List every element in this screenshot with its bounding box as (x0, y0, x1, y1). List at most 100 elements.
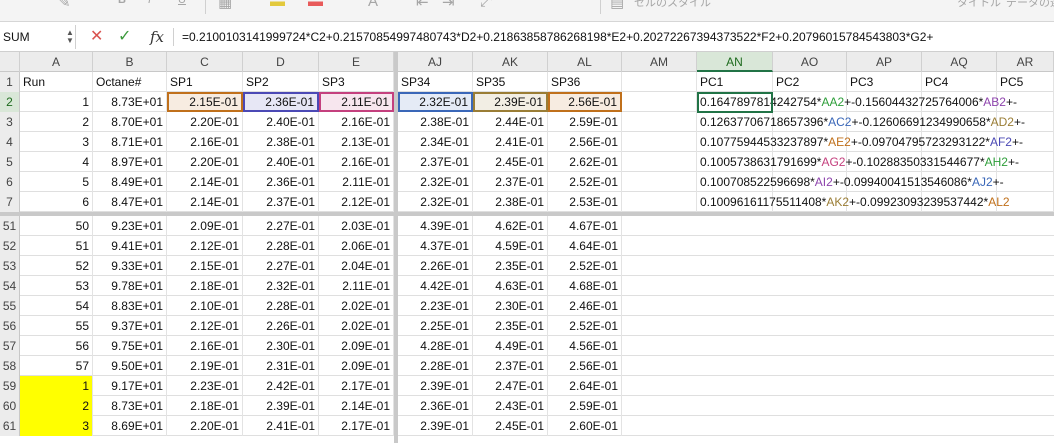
column-label-cell[interactable]: PC3 (847, 72, 922, 92)
column-header-d[interactable]: D (243, 52, 319, 72)
cell[interactable]: 8.49E+01 (93, 172, 167, 192)
cell[interactable]: 2.13E-01 (319, 132, 394, 152)
cell[interactable]: 6 (20, 192, 93, 212)
cell[interactable]: 2.09E-01 (319, 356, 394, 376)
cell[interactable] (622, 192, 697, 212)
cell[interactable]: 2.53E-01 (548, 192, 622, 212)
column-header-aj[interactable]: AJ (398, 52, 473, 72)
cell[interactable]: 2.16E-01 (167, 336, 243, 356)
cell[interactable]: 2.30E-01 (473, 296, 548, 316)
cell[interactable]: 2.36E-01 (398, 396, 473, 416)
cell[interactable]: 2.09E-01 (319, 336, 394, 356)
cell[interactable]: 2.38E-01 (473, 192, 548, 212)
cell[interactable]: 8.70E+01 (93, 112, 167, 132)
cell[interactable]: 2.35E-01 (473, 316, 548, 336)
pc-formula-cell[interactable]: 0.10096161175511408*AK2+-0.0992309323953… (697, 192, 1054, 212)
font-style-icon[interactable]: A (368, 0, 378, 13)
cell[interactable]: 2.16E-01 (167, 132, 243, 152)
cell[interactable]: 2.26E-01 (398, 256, 473, 276)
cell[interactable]: 2.19E-01 (167, 356, 243, 376)
cell[interactable]: 8.47E+01 (93, 192, 167, 212)
cell[interactable]: 2.12E-01 (167, 236, 243, 256)
cell[interactable]: 2.34E-01 (398, 132, 473, 152)
title-style-button[interactable]: タイトル (957, 0, 1001, 14)
column-label-cell[interactable]: SP2 (243, 72, 319, 92)
cell[interactable]: 2.37E-01 (473, 356, 548, 376)
cell[interactable]: 2.59E-01 (548, 112, 622, 132)
cell[interactable]: 2.23E-01 (167, 376, 243, 396)
cell[interactable]: 4.63E-01 (473, 276, 548, 296)
pc-formula-cell[interactable]: 0.12637706718657396*AC2+-0.1260669123499… (697, 112, 1054, 132)
cell[interactable]: 2.20E-01 (167, 112, 243, 132)
cell[interactable]: 2.02E-01 (319, 296, 394, 316)
column-header-al[interactable]: AL (548, 52, 622, 72)
cell[interactable]: 2.30E-01 (243, 336, 319, 356)
column-header-ap[interactable]: AP (847, 52, 922, 72)
row-header[interactable]: 52 (0, 236, 20, 256)
cell[interactable] (622, 132, 697, 152)
cell[interactable]: 2.39E-01 (398, 376, 473, 396)
cell[interactable]: 2.60E-01 (548, 416, 622, 436)
cell[interactable]: 2.32E-01 (398, 92, 473, 112)
cell[interactable]: 9.50E+01 (93, 356, 167, 376)
insert-function-icon[interactable]: fx (150, 26, 164, 48)
row-header[interactable]: 7 (0, 192, 20, 212)
cell[interactable]: 2.45E-01 (473, 416, 548, 436)
cell[interactable]: 2.52E-01 (548, 172, 622, 192)
cell[interactable]: 2.45E-01 (473, 152, 548, 172)
cell[interactable]: 2.41E-01 (473, 132, 548, 152)
pc-formula-cell[interactable]: 0.10775944533237897*AE2+-0.0970479572329… (697, 132, 1054, 152)
cell[interactable]: 2.43E-01 (473, 396, 548, 416)
cell[interactable]: 2.11E-01 (319, 92, 394, 112)
cell[interactable]: 2.04E-01 (319, 256, 394, 276)
cell[interactable]: 4.68E-01 (548, 276, 622, 296)
cell[interactable]: 2.40E-01 (243, 152, 319, 172)
cell[interactable]: 2 (20, 396, 93, 416)
row-header[interactable]: 53 (0, 256, 20, 276)
cell[interactable]: 2.39E-01 (243, 396, 319, 416)
cell[interactable]: 51 (20, 236, 93, 256)
cell[interactable]: 2.44E-01 (473, 112, 548, 132)
cell[interactable]: 2.09E-01 (167, 216, 243, 236)
row-header[interactable]: 5 (0, 152, 20, 172)
cell[interactable]: 2.36E-01 (243, 172, 319, 192)
cell[interactable]: 2.32E-01 (398, 172, 473, 192)
column-label-cell[interactable]: SP36 (548, 72, 622, 92)
cell[interactable]: 4.64E-01 (548, 236, 622, 256)
format-painter-icon[interactable]: ✎ (58, 0, 71, 13)
cell[interactable]: 2.56E-01 (548, 356, 622, 376)
column-label-cell[interactable] (622, 72, 697, 92)
cell[interactable]: 2.14E-01 (167, 192, 243, 212)
cell[interactable]: 9.41E+01 (93, 236, 167, 256)
cell[interactable]: 2.38E-01 (243, 132, 319, 152)
cell[interactable]: 2.17E-01 (319, 376, 394, 396)
cell[interactable]: 2.03E-01 (319, 216, 394, 236)
column-label-cell[interactable]: SP1 (167, 72, 243, 92)
cell[interactable]: 2.11E-01 (319, 276, 394, 296)
formula-input[interactable]: =0.2100103141999724*C2+0.215708549974807… (182, 26, 1052, 48)
cell[interactable]: 2 (20, 112, 93, 132)
cell[interactable]: 2.39E-01 (398, 416, 473, 436)
cell[interactable]: 3 (20, 416, 93, 436)
name-box[interactable]: SUM (0, 25, 76, 49)
column-header-an[interactable]: AN (697, 52, 773, 72)
select-all-corner[interactable] (0, 52, 20, 72)
cell[interactable]: 2.10E-01 (167, 296, 243, 316)
cell[interactable]: 4.42E-01 (398, 276, 473, 296)
text-orientation-icon[interactable]: ⤢ (480, 0, 492, 13)
cell[interactable]: 2.36E-01 (243, 92, 319, 112)
borders-icon[interactable]: ▦ (218, 0, 232, 13)
row-header[interactable]: 6 (0, 172, 20, 192)
cell[interactable]: 2.38E-01 (398, 112, 473, 132)
cell[interactable]: 2.02E-01 (319, 316, 394, 336)
cell[interactable]: 2.37E-01 (398, 152, 473, 172)
column-header-c[interactable]: C (167, 52, 243, 72)
cell[interactable]: 9.33E+01 (93, 256, 167, 276)
cell[interactable]: 53 (20, 276, 93, 296)
cell[interactable]: 2.59E-01 (548, 396, 622, 416)
cell[interactable]: 8.73E+01 (93, 396, 167, 416)
column-label-cell[interactable]: PC5 (997, 72, 1054, 92)
cell[interactable]: 4.28E-01 (398, 336, 473, 356)
column-label-cell[interactable]: PC4 (922, 72, 997, 92)
name-box-stepper-icon[interactable]: ▲ ▼ (66, 29, 74, 45)
